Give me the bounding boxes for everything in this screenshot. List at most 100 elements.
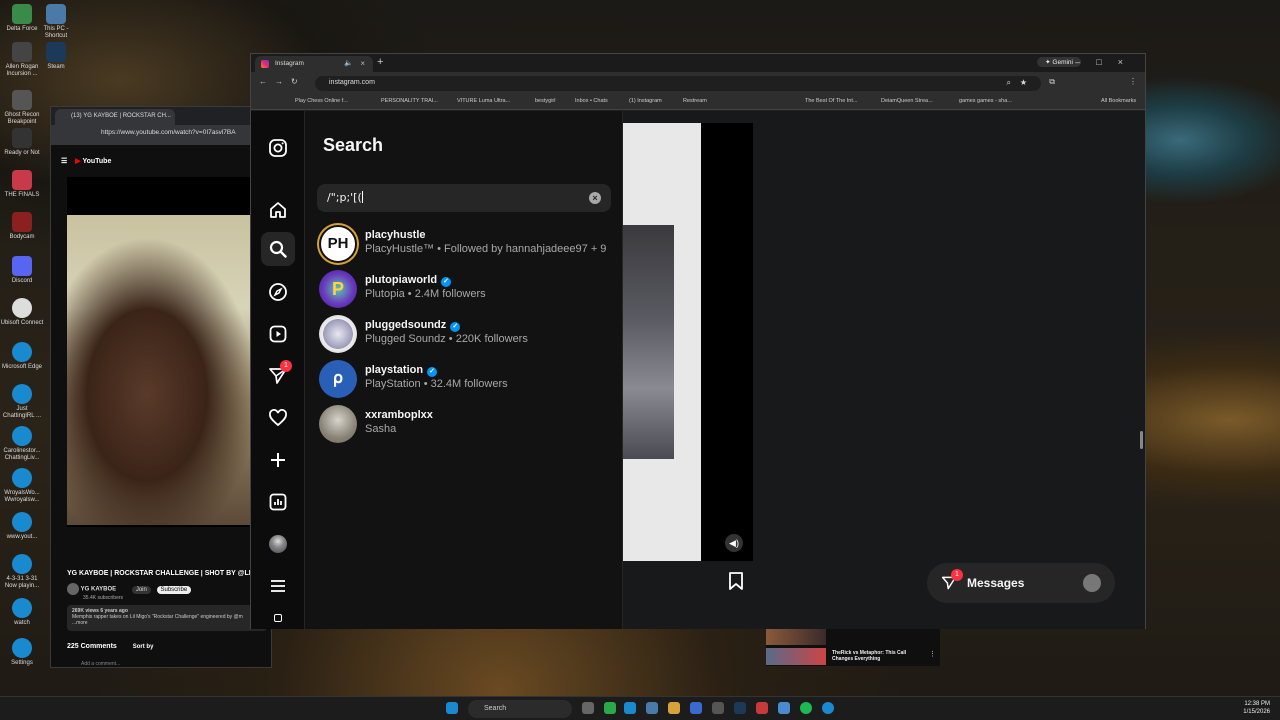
youtube-tab[interactable]: (13) YG KAYBOE | ROCKSTAR CH... <box>55 109 175 125</box>
bookmark-item[interactable]: (1) Instagram <box>629 98 662 104</box>
desktop-icon-bodycam[interactable]: Bodycam <box>0 212 44 241</box>
search-icon[interactable] <box>261 232 295 266</box>
address-bar[interactable]: instagram.com ★ ⌕ <box>315 76 1041 91</box>
bookmark-item[interactable]: bestygirl <box>535 98 555 104</box>
messages-button[interactable]: 1 Messages <box>927 563 1115 603</box>
youtube-description[interactable]: 269K views 6 years ago Memphis rapper ta… <box>67 605 267 631</box>
desktop-icon-www-yout[interactable]: www.yout... <box>0 512 44 541</box>
settings-icon[interactable] <box>712 702 724 714</box>
youtube-window[interactable]: (13) YG KAYBOE | ROCKSTAR CH... https://… <box>50 106 273 668</box>
chrome-icon[interactable] <box>778 702 790 714</box>
search-result-item[interactable]: ⍴ playstation ✓ PlayStation • 32.4M follo… <box>319 360 619 400</box>
bookmark-item[interactable]: Play Chess Online f... <box>295 98 348 104</box>
forward-icon[interactable]: → <box>275 77 291 86</box>
extensions-icon[interactable]: ⧉ <box>1049 77 1055 87</box>
new-tab-button[interactable]: + <box>377 56 383 68</box>
youtube-logo[interactable]: ▶ YouTube <box>75 158 111 165</box>
add-comment-field[interactable]: Add a comment... <box>81 661 120 667</box>
bookmark-item[interactable]: Restream <box>683 98 707 104</box>
channel-name[interactable]: YG KAYBOE <box>81 587 116 593</box>
browser-tab-instagram[interactable]: Instagram 🔈 × <box>255 56 373 72</box>
desktop-icon-carolinestor[interactable]: Carolinestor... ChattingLiv... <box>0 426 44 462</box>
all-bookmarks[interactable]: All Bookmarks <box>1101 98 1136 104</box>
bookmark-item[interactable]: The Best Of The Int... <box>805 98 857 104</box>
youtube-video-player[interactable] <box>67 177 273 527</box>
search-input[interactable]: /";p;'[( × <box>317 184 611 212</box>
messages-icon[interactable]: 1 <box>265 360 292 389</box>
desktop-icon-just-chatting[interactable]: Just ChattingIRL ... <box>0 384 44 420</box>
search-result-item[interactable]: xxramboplxx Sasha <box>319 405 619 445</box>
desktop-icon-this-pc[interactable]: This PC - Shortcut <box>34 4 78 40</box>
desktop-icon-steam[interactable]: Steam <box>34 42 78 71</box>
desktop-icon-wroyals[interactable]: WroyalsWo... Wwroyalsw... <box>0 468 44 504</box>
mute-toggle-icon[interactable]: ◀) <box>725 534 743 552</box>
scrollbar[interactable] <box>1140 431 1143 449</box>
search-result-item[interactable]: P plutopiaworld ✓ Plutopia • 2.4M followe… <box>319 270 619 310</box>
desktop-icon-ubisoft[interactable]: Ubisoft Connect <box>0 298 44 327</box>
desktop-icon-watch[interactable]: watch <box>0 598 44 627</box>
sort-button[interactable]: Sort by <box>133 644 154 650</box>
explore-icon[interactable] <box>265 279 291 305</box>
browser-window[interactable]: Instagram 🔈 × + ✦ Gemini –□× ←→↻ instagr… <box>250 53 1146 629</box>
browser-menu-icon[interactable]: ⋮ <box>1129 77 1137 86</box>
steam-icon[interactable] <box>734 702 746 714</box>
folder-icon[interactable] <box>668 702 680 714</box>
back-icon[interactable]: ← <box>259 77 275 86</box>
spotify-icon[interactable] <box>800 702 812 714</box>
bookmark-item[interactable]: VITURE Luma Ultra... <box>457 98 510 104</box>
notifications-heart-icon[interactable] <box>265 405 291 431</box>
threads-icon[interactable] <box>265 611 291 625</box>
zoom-icon[interactable]: ⌕ <box>1007 78 1011 88</box>
desktop-icon-discord[interactable]: Discord <box>0 256 44 285</box>
desktop-icon-the-finals[interactable]: THE FINALS <box>0 170 44 199</box>
tab-audio-icon[interactable]: 🔈 <box>344 59 353 67</box>
reload-icon[interactable]: ↻ <box>291 77 306 86</box>
close-window-icon[interactable]: × <box>1118 57 1139 67</box>
more-menu-icon[interactable] <box>265 573 291 599</box>
clear-search-icon[interactable]: × <box>589 192 601 204</box>
rec-title[interactable]: TheRick vs Metaphor: This Call Changes E… <box>832 650 908 662</box>
search-result-item[interactable]: pluggedsoundz ✓ Plugged Soundz • 220K fol… <box>319 315 619 355</box>
instagram-logo-icon[interactable] <box>265 135 291 161</box>
taskbar-clock[interactable]: 12:38 PM 1/15/2026 <box>1243 700 1270 716</box>
create-plus-icon[interactable] <box>265 447 291 473</box>
app-icon[interactable] <box>604 702 616 714</box>
desktop-icon-ready-or-not[interactable]: Ready or Not <box>0 128 44 157</box>
desktop-icon-now-playing[interactable]: 4-3-31 3-31 Now playin... <box>0 554 44 590</box>
task-view-icon[interactable] <box>582 702 594 714</box>
dashboard-icon[interactable] <box>265 489 291 515</box>
join-button[interactable]: Join <box>131 585 151 594</box>
menu-icon[interactable]: ☰ <box>61 158 67 165</box>
home-icon[interactable] <box>265 197 291 223</box>
youtube-address-bar[interactable]: https://www.youtube.com/watch?v=0I7asvl7… <box>51 125 271 145</box>
search-result-item[interactable]: PH placyhustle PlacyHustle™ • Followed b… <box>319 225 619 265</box>
bookmark-item[interactable]: Inbox • Chats <box>575 98 608 104</box>
taskbar-search[interactable]: Search <box>468 700 572 718</box>
bookmark-item[interactable]: games games - sha... <box>959 98 1012 104</box>
file-explorer-icon[interactable] <box>646 702 658 714</box>
channel-avatar[interactable] <box>67 583 79 595</box>
rec-thumbnail[interactable] <box>766 648 826 665</box>
bookmark-star-icon[interactable]: ★ <box>1020 78 1027 87</box>
bookmark-item[interactable]: DeiamQueen Strea... <box>881 98 933 104</box>
more-vert-icon[interactable]: ⋮ <box>929 650 936 658</box>
save-bookmark-icon[interactable] <box>728 572 744 595</box>
description-more[interactable]: ...more <box>72 620 262 626</box>
desktop-icon-settings[interactable]: Settings <box>0 638 44 667</box>
edge-icon[interactable] <box>624 702 636 714</box>
reels-icon[interactable] <box>265 321 291 347</box>
rec-thumbnail[interactable] <box>766 628 826 645</box>
reel-video[interactable] <box>701 123 753 561</box>
desktop-icon-edge[interactable]: Microsoft Edge <box>0 342 44 371</box>
app-icon[interactable] <box>690 702 702 714</box>
tab-close-icon[interactable]: × <box>360 59 365 68</box>
maximize-icon[interactable]: □ <box>1096 57 1117 67</box>
desktop-icon-ghost-recon[interactable]: Ghost Recon Breakpoint <box>0 90 44 126</box>
profile-avatar-icon[interactable] <box>265 531 291 557</box>
subscribe-button[interactable]: Subscribe <box>156 585 192 594</box>
minimize-icon[interactable]: – <box>1075 57 1096 67</box>
bookmark-item[interactable]: PERSONALITY TRAI... <box>381 98 438 104</box>
edge-icon[interactable] <box>822 702 834 714</box>
app-icon[interactable] <box>756 702 768 714</box>
start-icon[interactable] <box>446 702 458 714</box>
